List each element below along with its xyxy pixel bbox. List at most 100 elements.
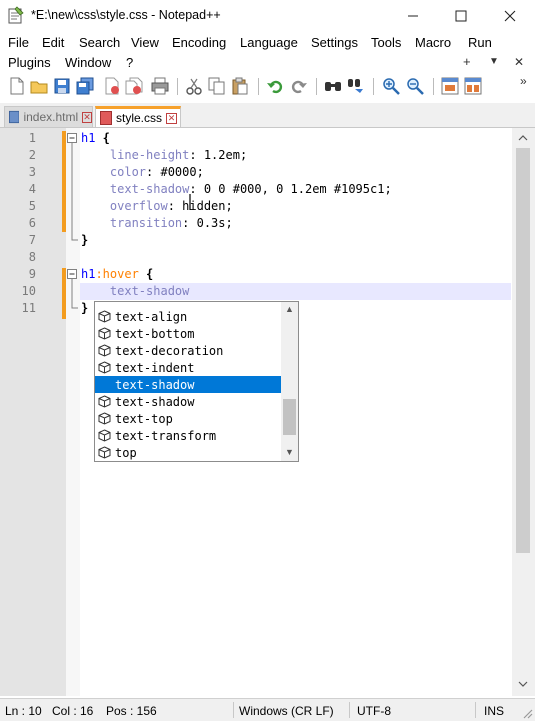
status-bar: Ln : 10 Col : 16 Pos : 156 Windows (CR L…: [0, 698, 535, 721]
line-number: 1: [28, 131, 36, 145]
close-window-button[interactable]: [486, 0, 534, 31]
menu-settings[interactable]: Settings: [311, 35, 358, 50]
toolbar-separator: [433, 78, 434, 95]
minimize-button[interactable]: [389, 0, 437, 31]
resize-grip-icon[interactable]: [521, 707, 533, 719]
code-token: : 0.3s;: [182, 216, 233, 230]
sync-horizontal-icon[interactable]: [464, 77, 482, 95]
line-number-gutter: [0, 128, 66, 696]
tab-style-css[interactable]: style.css ✕: [95, 106, 181, 127]
status-eol[interactable]: Windows (CR LF): [239, 704, 334, 718]
scroll-down-arrow-icon[interactable]: [518, 681, 528, 688]
autocomplete-popup[interactable]: text-align text-bottom text-decoration text…: [94, 301, 299, 462]
new-file-icon[interactable]: [8, 77, 26, 95]
open-file-icon[interactable]: [30, 77, 48, 95]
maximize-button[interactable]: [437, 0, 485, 31]
replace-icon[interactable]: [347, 77, 365, 95]
status-encoding[interactable]: UTF-8: [357, 704, 391, 718]
menu-file[interactable]: File: [8, 35, 29, 50]
code-token: transition: [81, 216, 183, 230]
autocomplete-item[interactable]: text-transform: [95, 427, 281, 444]
vertical-scrollbar[interactable]: [512, 128, 535, 696]
menu-help[interactable]: ?: [126, 55, 133, 70]
print-icon[interactable]: [151, 77, 169, 95]
code-line[interactable]: color: #0000;: [81, 165, 204, 179]
code-token: {: [138, 267, 154, 281]
code-token: line-height: [81, 148, 190, 162]
undo-icon[interactable]: [266, 77, 284, 95]
menu-search[interactable]: Search: [79, 35, 120, 50]
tab-index-html[interactable]: index.html ✕: [4, 106, 93, 127]
tab-label: style.css: [116, 111, 163, 125]
code-line[interactable]: h1 {: [81, 131, 110, 145]
keyword-cube-icon: [98, 344, 111, 357]
file-icon: [9, 110, 20, 124]
autocomplete-item-label: text-shadow: [115, 394, 195, 409]
tab-list-button[interactable]: ▼: [489, 56, 499, 67]
menu-edit[interactable]: Edit: [42, 35, 64, 50]
tab-close-icon[interactable]: ✕: [166, 112, 178, 124]
autocomplete-item[interactable]: top: [95, 444, 281, 461]
autocomplete-item[interactable]: text-decoration: [95, 342, 281, 359]
new-tab-button[interactable]: +: [463, 54, 471, 69]
autocomplete-scrollbar[interactable]: ▲ ▼: [281, 302, 298, 461]
code-line[interactable]: transition: 0.3s;: [81, 216, 233, 230]
scroll-up-arrow-icon[interactable]: [518, 134, 528, 141]
zoom-out-icon[interactable]: [406, 77, 424, 95]
scroll-up-icon[interactable]: ▲: [285, 304, 294, 314]
maximize-icon: [455, 10, 467, 21]
toolbar: »: [0, 73, 535, 100]
line-number: 3: [28, 165, 36, 179]
menu-macro[interactable]: Macro: [415, 35, 451, 50]
menu-run[interactable]: Run: [468, 35, 492, 50]
close-document-button[interactable]: ✕: [514, 55, 524, 69]
paste-icon[interactable]: [231, 77, 249, 95]
menu-plugins[interactable]: Plugins: [8, 55, 51, 70]
autocomplete-item[interactable]: text-align: [95, 308, 281, 325]
scroll-down-icon[interactable]: ▼: [285, 447, 294, 457]
code-line[interactable]: overflow: hidden;: [81, 199, 233, 213]
close-icon[interactable]: [103, 77, 121, 95]
code-line[interactable]: }: [81, 301, 88, 315]
close-all-icon[interactable]: [125, 77, 143, 95]
code-line[interactable]: text-shadow: [81, 284, 189, 298]
tab-close-icon[interactable]: ✕: [82, 111, 92, 123]
code-line[interactable]: line-height: 1.2em;: [81, 148, 247, 162]
save-all-icon[interactable]: [76, 77, 94, 95]
code-token: text-shadow: [81, 284, 190, 298]
autocomplete-item[interactable]: text-shadow: [95, 376, 281, 393]
redo-icon[interactable]: [290, 77, 308, 95]
code-token: : 1.2em;: [189, 148, 248, 162]
fold-markers: [67, 133, 78, 309]
code-token: : 0 0 #000, 0 1.2em #1095c1;: [189, 182, 392, 196]
sync-vertical-icon[interactable]: [441, 77, 459, 95]
menu-tools[interactable]: Tools: [371, 35, 401, 50]
autocomplete-item[interactable]: text-bottom: [95, 325, 281, 342]
line-number: 11: [21, 301, 36, 315]
code-line[interactable]: }: [81, 233, 88, 247]
status-insert-mode[interactable]: INS: [484, 704, 504, 718]
autocomplete-item-label: text-top: [115, 411, 173, 426]
find-icon[interactable]: [324, 77, 342, 95]
autocomplete-item[interactable]: text-indent: [95, 359, 281, 376]
copy-icon[interactable]: [208, 77, 226, 95]
code-line[interactable]: h1:hover {: [81, 267, 153, 281]
scroll-thumb[interactable]: [516, 148, 530, 553]
modified-file-icon: [100, 111, 112, 125]
menu-encoding[interactable]: Encoding: [172, 35, 226, 50]
code-line[interactable]: text-shadow: 0 0 #000, 0 1.2em #1095c1;: [81, 182, 392, 196]
status-column: Col : 16: [52, 704, 94, 718]
keyword-cube-icon: [98, 446, 111, 459]
cut-icon[interactable]: [185, 77, 203, 95]
autocomplete-item[interactable]: text-shadow: [95, 393, 281, 410]
menu-language[interactable]: Language: [240, 35, 298, 50]
toolbar-overflow-button[interactable]: »: [520, 74, 527, 88]
autocomplete-item[interactable]: text-top: [95, 410, 281, 427]
menu-window[interactable]: Window: [65, 55, 111, 70]
autocomplete-scroll-thumb[interactable]: [283, 399, 296, 435]
title-bar: *E:\new\css\style.css - Notepad++: [0, 0, 535, 31]
save-icon[interactable]: [53, 77, 71, 95]
menu-view[interactable]: View: [131, 35, 159, 50]
zoom-in-icon[interactable]: [382, 77, 400, 95]
line-number: 4: [28, 182, 36, 196]
